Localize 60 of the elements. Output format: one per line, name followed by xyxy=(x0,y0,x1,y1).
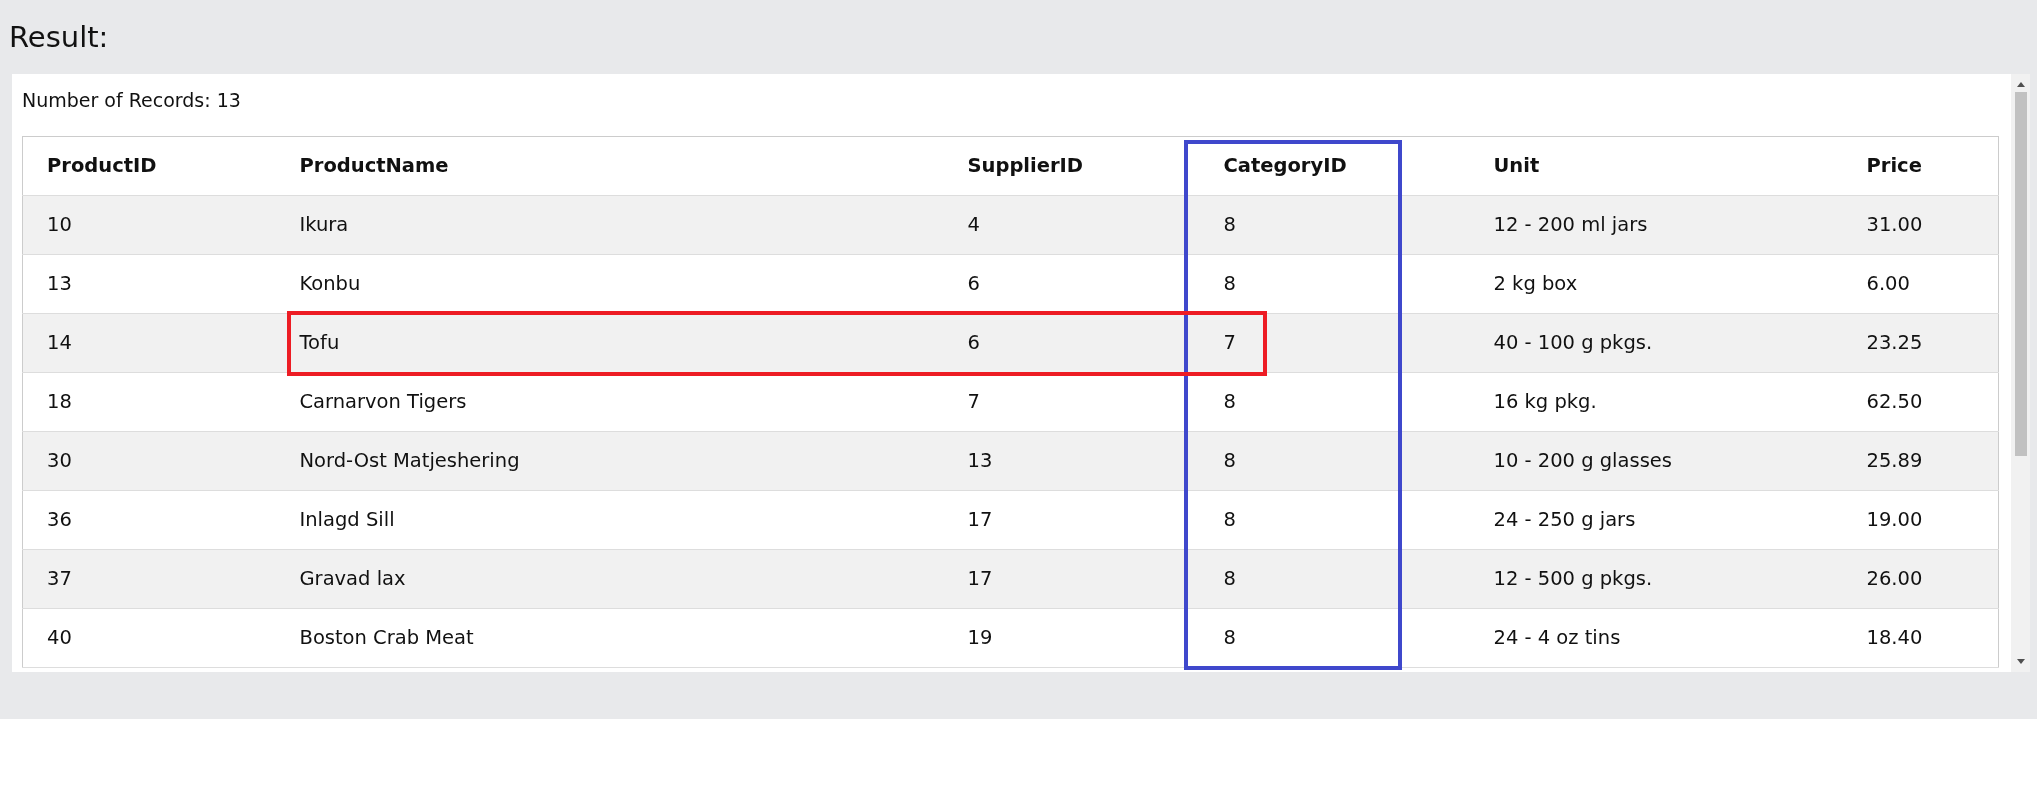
table-cell: 2 kg box xyxy=(1469,254,1843,314)
table-cell: 10 - 200 g glasses xyxy=(1469,431,1843,491)
table-cell: Gravad lax xyxy=(275,549,944,609)
table-cell: 8 xyxy=(1199,490,1470,550)
column-header: SupplierID xyxy=(943,136,1200,196)
table-cell: 40 - 100 g pkgs. xyxy=(1469,313,1843,373)
table-cell: 37 xyxy=(22,549,276,609)
column-header: ProductID xyxy=(22,136,276,196)
table-cell: 24 - 4 oz tins xyxy=(1469,608,1843,668)
table-cell: 13 xyxy=(943,431,1200,491)
table-cell: 8 xyxy=(1199,254,1470,314)
table-cell: Boston Crab Meat xyxy=(275,608,944,668)
table-cell: Tofu xyxy=(275,313,944,373)
table-cell: 18.40 xyxy=(1842,608,1999,668)
table-cell: 12 - 200 ml jars xyxy=(1469,195,1843,255)
scroll-down-icon[interactable] xyxy=(2015,658,2026,666)
table-cell: Ikura xyxy=(275,195,944,255)
table-cell: 6.00 xyxy=(1842,254,1999,314)
table-cell: 8 xyxy=(1199,195,1470,255)
table-cell: 19.00 xyxy=(1842,490,1999,550)
table-cell: 26.00 xyxy=(1842,549,1999,609)
scroll-up-icon[interactable] xyxy=(2015,80,2026,88)
table-cell: 17 xyxy=(943,490,1200,550)
table-cell: 10 xyxy=(22,195,276,255)
table-cell: 6 xyxy=(943,313,1200,373)
table-cell: 30 xyxy=(22,431,276,491)
table-cell: 8 xyxy=(1199,608,1470,668)
table-cell: Inlagd Sill xyxy=(275,490,944,550)
table-cell: 12 - 500 g pkgs. xyxy=(1469,549,1843,609)
table-cell: 8 xyxy=(1199,431,1470,491)
record-count: Number of Records: 13 xyxy=(22,88,241,112)
result-heading: Result: xyxy=(9,19,110,56)
table-cell: 13 xyxy=(22,254,276,314)
scrollbar-thumb[interactable] xyxy=(2014,92,2027,456)
table-cell: 14 xyxy=(22,313,276,373)
table-cell: 16 kg pkg. xyxy=(1469,372,1843,432)
table-cell: 40 xyxy=(22,608,276,668)
column-header: CategoryID xyxy=(1199,136,1470,196)
table-cell: 23.25 xyxy=(1842,313,1999,373)
scrollbar[interactable] xyxy=(2011,74,2030,672)
column-header: Price xyxy=(1842,136,1999,196)
table-cell: 36 xyxy=(22,490,276,550)
table-cell: 25.89 xyxy=(1842,431,1999,491)
table-cell: 7 xyxy=(1199,313,1470,373)
table-cell: 31.00 xyxy=(1842,195,1999,255)
table-cell: 4 xyxy=(943,195,1200,255)
table-cell: 24 - 250 g jars xyxy=(1469,490,1843,550)
column-header: Unit xyxy=(1469,136,1843,196)
table-cell: 8 xyxy=(1199,549,1470,609)
table-cell: 7 xyxy=(943,372,1200,432)
table-cell: 6 xyxy=(943,254,1200,314)
table-cell: 62.50 xyxy=(1842,372,1999,432)
table-cell: Carnarvon Tigers xyxy=(275,372,944,432)
column-header: ProductName xyxy=(275,136,944,196)
table-cell: Nord-Ost Matjeshering xyxy=(275,431,944,491)
table-cell: 8 xyxy=(1199,372,1470,432)
table-cell: 17 xyxy=(943,549,1200,609)
table-cell: 19 xyxy=(943,608,1200,668)
table-cell: 18 xyxy=(22,372,276,432)
table-cell: Konbu xyxy=(275,254,944,314)
